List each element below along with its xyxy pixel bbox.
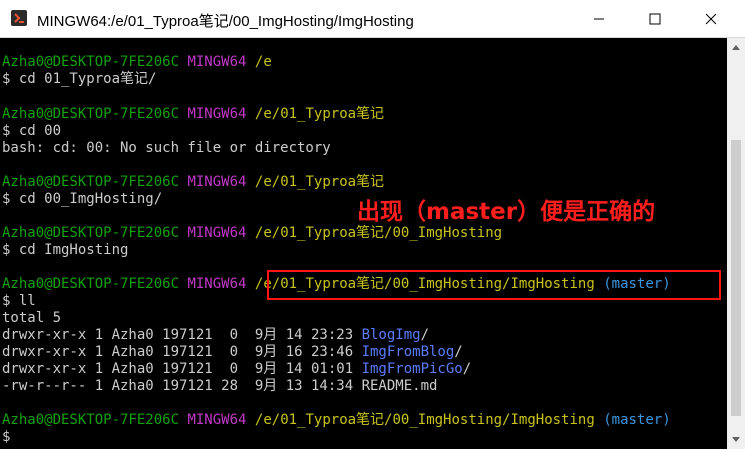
file-suffix: / — [454, 344, 463, 360]
prompt-path: /e/01_Typroa笔记 — [254, 106, 385, 122]
file-meta: drwxr-xr-x 1 Azha0 197121 0 9月 14 23:23 — [2, 327, 362, 343]
prompt-shell: MINGW64 — [187, 106, 247, 122]
scroll-down-button[interactable] — [727, 431, 745, 449]
prompt-user: Azha0@DESKTOP-7FE206C — [2, 225, 180, 241]
prompt-user: Azha0@DESKTOP-7FE206C — [2, 174, 180, 190]
prompt-path: /e/01_Typroa笔记 — [254, 174, 385, 190]
git-branch: (master) — [603, 412, 671, 428]
listing-row: -rw-r--r-- 1 Azha0 197121 28 9月 13 14:34… — [2, 378, 437, 395]
command-line: $ ll — [2, 293, 36, 309]
file-meta: drwxr-xr-x 1 Azha0 197121 0 9月 16 23:46 — [2, 344, 362, 360]
prompt-line: Azha0@DESKTOP-7FE206C MINGW64 /e — [2, 54, 272, 71]
prompt-shell: MINGW64 — [187, 225, 247, 241]
prompt-shell: MINGW64 — [187, 412, 247, 428]
annotation-text: 出现（master）便是正确的 — [357, 199, 656, 225]
prompt-line: Azha0@DESKTOP-7FE206C MINGW64 /e/01_Typr… — [2, 174, 384, 191]
command-prompt-input[interactable]: $ — [2, 429, 10, 446]
prompt-shell: MINGW64 — [187, 276, 247, 292]
file-name: ImgFromBlog — [361, 344, 455, 360]
command-line: $ cd 00 — [2, 123, 62, 139]
prompt-line: Azha0@DESKTOP-7FE206C MINGW64 /e/01_Typr… — [2, 225, 502, 242]
prompt-shell: MINGW64 — [187, 54, 247, 70]
listing-row: drwxr-xr-x 1 Azha0 197121 0 9月 16 23:46 … — [2, 344, 463, 361]
file-meta: drwxr-xr-x 1 Azha0 197121 0 9月 14 01:01 — [2, 361, 362, 377]
prompt-user: Azha0@DESKTOP-7FE206C — [2, 54, 180, 70]
prompt-user: Azha0@DESKTOP-7FE206C — [2, 276, 180, 292]
file-meta: -rw-r--r-- 1 Azha0 197121 28 9月 13 14:34 — [2, 378, 362, 394]
listing-total: total 5 — [2, 310, 62, 326]
vertical-scrollbar[interactable] — [727, 38, 745, 449]
caret-up-icon — [732, 45, 740, 50]
file-name: ImgFromPicGo — [361, 361, 463, 377]
file-name: BlogImg — [361, 327, 421, 343]
file-name: README.md — [361, 378, 438, 394]
git-bash-icon — [11, 10, 27, 26]
close-icon — [705, 13, 717, 25]
listing-row: drwxr-xr-x 1 Azha0 197121 0 9月 14 23:23 … — [2, 327, 429, 344]
minimize-button[interactable] — [576, 0, 622, 38]
command-line: $ cd 01_Typroa笔记/ — [2, 71, 157, 87]
maximize-button[interactable] — [632, 0, 678, 38]
command-line: $ cd ImgHosting — [2, 242, 129, 258]
prompt-path: /e — [254, 54, 272, 70]
caret-down-icon — [732, 437, 740, 442]
prompt-user: Azha0@DESKTOP-7FE206C — [2, 412, 180, 428]
prompt-path: /e/01_Typroa笔记/00_ImgHosting — [254, 225, 503, 241]
close-button[interactable] — [688, 0, 734, 38]
error-output: bash: cd: 00: No such file or directory — [2, 140, 331, 156]
file-suffix: / — [420, 327, 430, 343]
scroll-up-button[interactable] — [727, 38, 745, 56]
prompt-line: Azha0@DESKTOP-7FE206C MINGW64 /e/01_Typr… — [2, 106, 384, 123]
scroll-thumb[interactable] — [731, 140, 741, 416]
listing-row: drwxr-xr-x 1 Azha0 197121 0 9月 14 01:01 … — [2, 361, 471, 378]
prompt-line: Azha0@DESKTOP-7FE206C MINGW64 /e/01_Typr… — [2, 412, 671, 429]
prompt-path: /e/01_Typroa笔记/00_ImgHosting/ImgHosting — [254, 412, 595, 428]
window-title: MINGW64:/e/01_Typroa笔记/00_ImgHosting/Img… — [37, 13, 414, 30]
minimize-icon — [594, 18, 604, 20]
maximize-icon — [649, 13, 661, 25]
terminal-output[interactable]: Azha0@DESKTOP-7FE206C MINGW64 /e $ cd 01… — [0, 38, 727, 449]
command-line: $ cd 00_ImgHosting/ — [2, 191, 163, 207]
prompt-shell: MINGW64 — [187, 174, 247, 190]
title-bar: MINGW64:/e/01_Typroa笔记/00_ImgHosting/Img… — [0, 0, 745, 38]
prompt-user: Azha0@DESKTOP-7FE206C — [2, 106, 180, 122]
file-suffix: / — [462, 361, 472, 377]
highlight-box — [267, 270, 721, 300]
